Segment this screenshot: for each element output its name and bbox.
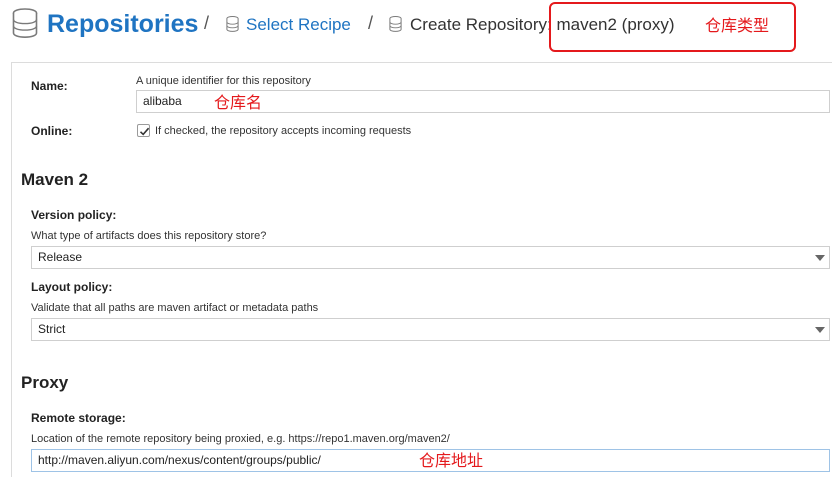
version-policy-label: Version policy: bbox=[31, 208, 117, 222]
remote-storage-label: Remote storage: bbox=[31, 411, 126, 425]
layout-policy-select[interactable]: Strict bbox=[31, 318, 830, 341]
chevron-down-icon bbox=[815, 255, 825, 261]
create-repository-page: Repositories / Select Recipe / Create Re… bbox=[0, 0, 832, 477]
name-help-text: A unique identifier for this repository bbox=[136, 75, 311, 87]
repository-settings-form bbox=[11, 62, 832, 477]
layout-policy-help-text: Validate that all paths are maven artifa… bbox=[31, 302, 319, 314]
breadcrumb-select-recipe-link[interactable]: Select Recipe bbox=[246, 14, 351, 36]
breadcrumb-repositories-link[interactable]: Repositories bbox=[47, 8, 198, 40]
version-policy-value: Release bbox=[38, 250, 83, 264]
proxy-section-title: Proxy bbox=[21, 373, 69, 392]
layout-policy-value: Strict bbox=[38, 322, 66, 336]
online-help-text: If checked, the repository accepts incom… bbox=[155, 125, 412, 137]
online-label: Online: bbox=[31, 124, 73, 138]
repo-name-annotation: 仓库名 bbox=[214, 93, 263, 112]
database-icon bbox=[226, 16, 239, 32]
name-label: Name: bbox=[31, 79, 68, 93]
breadcrumb-separator: / bbox=[204, 13, 210, 33]
breadcrumb-separator: / bbox=[368, 13, 374, 33]
online-checkbox[interactable] bbox=[137, 124, 150, 137]
database-icon bbox=[12, 8, 38, 38]
checkmark-icon bbox=[139, 127, 150, 136]
version-policy-help-text: What type of artifacts does this reposit… bbox=[31, 230, 267, 242]
repo-type-annotation: 仓库类型 bbox=[705, 16, 770, 35]
repo-url-annotation: 仓库地址 bbox=[419, 451, 484, 470]
version-policy-select[interactable]: Release bbox=[31, 246, 830, 269]
chevron-down-icon bbox=[815, 327, 825, 333]
maven2-section-title: Maven 2 bbox=[21, 170, 89, 189]
breadcrumb: Repositories / Select Recipe / Create Re… bbox=[0, 0, 832, 52]
layout-policy-label: Layout policy: bbox=[31, 280, 113, 294]
database-icon bbox=[389, 16, 402, 32]
remote-storage-help-text: Location of the remote repository being … bbox=[31, 433, 450, 445]
